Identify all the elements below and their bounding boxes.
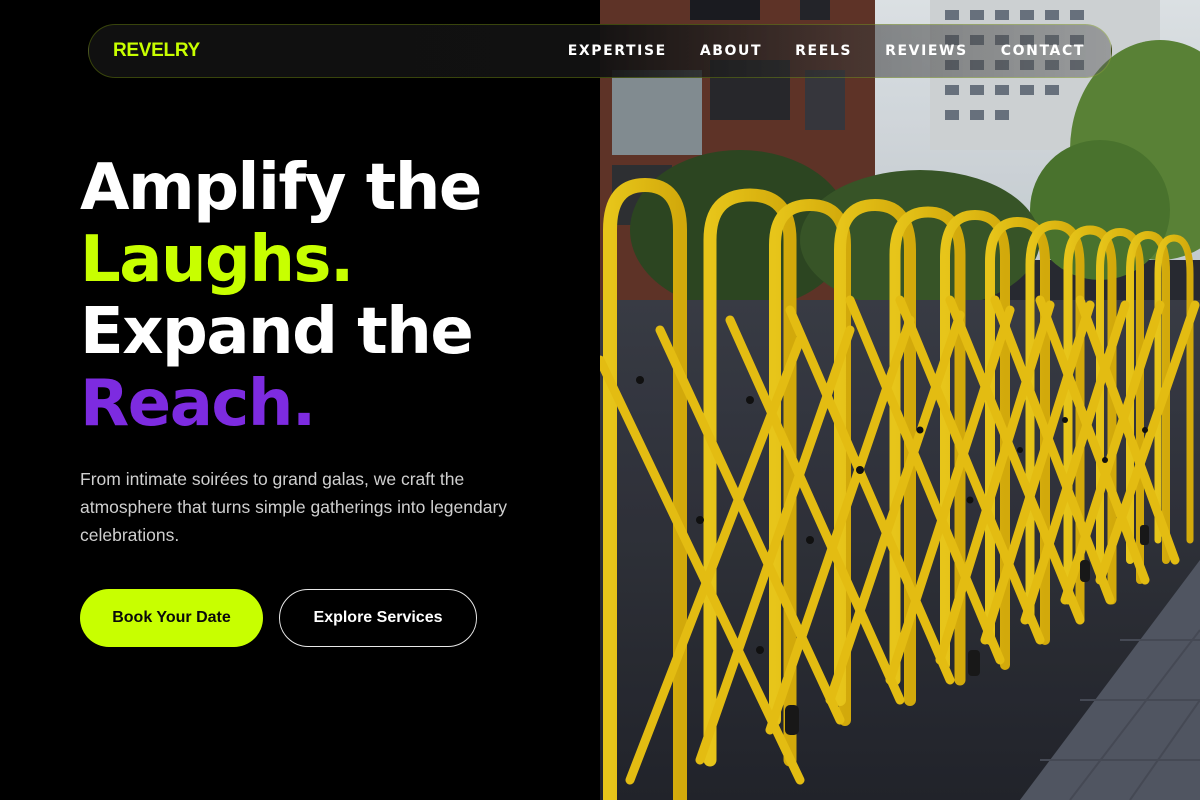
nav-link-reviews[interactable]: REVIEWS [885,43,968,59]
nav-link-reels[interactable]: REELS [795,43,852,59]
headline-line-3: Expand the [80,295,474,369]
hero-description: From intimate soirées to grand galas, we… [80,469,508,545]
book-date-button[interactable]: Book Your Date [80,589,263,647]
barrier-photo-illustration [600,0,1200,800]
nav-link-contact[interactable]: CONTACT [1001,43,1085,59]
headline-line-4: Reach. [80,367,316,441]
nav-link-about[interactable]: ABOUT [700,43,762,59]
hero-photo [600,0,1200,800]
headline-line-2: Laughs. [80,223,354,297]
nav-links: EXPERTISE ABOUT REELS REVIEWS CONTACT [535,43,1085,59]
explore-services-button[interactable]: Explore Services [279,589,477,647]
top-nav: REVELRY EXPERTISE ABOUT REELS REVIEWS CO… [88,24,1112,78]
brand-logo[interactable]: REVELRY [113,40,200,62]
headline-line-1: Amplify the [80,151,482,225]
hero-headline: Amplify the Laughs. Expand the Reach. [80,151,482,441]
nav-link-expertise[interactable]: EXPERTISE [568,43,667,59]
